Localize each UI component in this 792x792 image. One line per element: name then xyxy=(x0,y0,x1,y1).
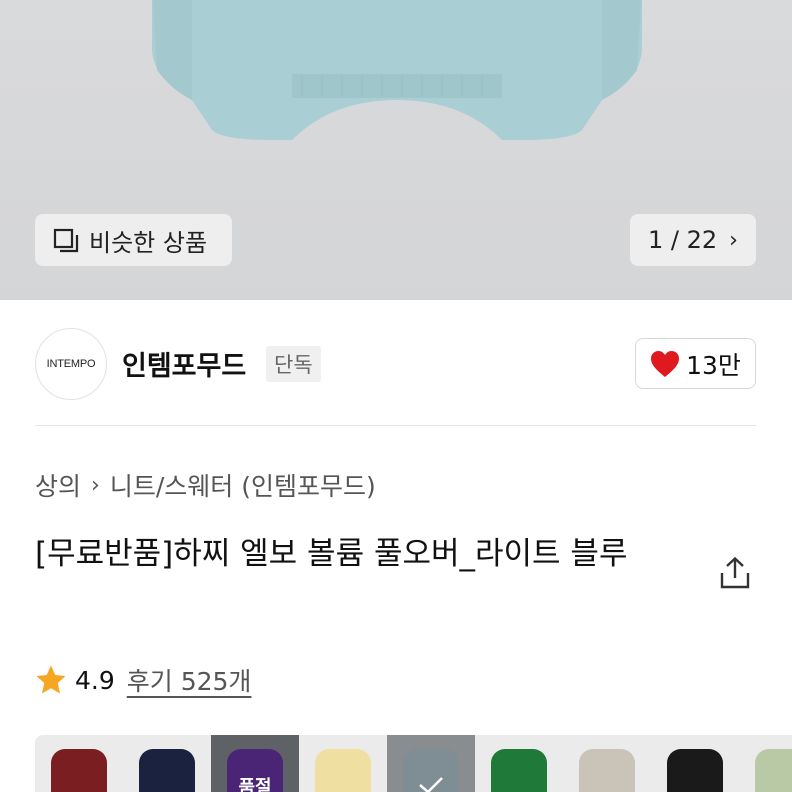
color-options: 품절 xyxy=(35,735,792,792)
color-swatch-purple[interactable]: 품절 xyxy=(211,735,299,792)
exclusive-badge: 단독 xyxy=(266,346,321,382)
sweater-thumbnail xyxy=(51,749,107,792)
image-pager-button[interactable]: 1 / 22 › xyxy=(630,214,756,266)
sweater-thumbnail xyxy=(139,749,195,792)
section-divider xyxy=(35,425,756,426)
chevron-right-icon: › xyxy=(729,227,738,253)
product-title: [무료반품]하찌 엘보 볼륨 풀오버_라이트 블루 xyxy=(35,536,628,572)
color-swatch-grey-blue[interactable] xyxy=(387,735,475,792)
similar-products-label: 비슷한 상품 xyxy=(89,228,208,257)
like-button[interactable]: 13만 xyxy=(635,338,756,389)
rating-summary: 4.9 후기 525개 xyxy=(35,662,251,698)
image-pager-text: 1 / 22 xyxy=(648,226,718,254)
breadcrumb-category[interactable]: 상의 xyxy=(35,467,81,503)
color-swatch-oatmeal[interactable] xyxy=(563,735,651,792)
sweater-thumbnail xyxy=(755,749,792,792)
brand-logo[interactable]: INTEMPO xyxy=(35,328,107,400)
like-count: 13만 xyxy=(686,350,741,380)
sweater-thumbnail xyxy=(579,749,635,792)
chevron-right-icon: › xyxy=(91,472,100,498)
brand-name[interactable]: 인템포무드 xyxy=(122,344,246,383)
sold-out-label: 품절 xyxy=(238,777,272,792)
product-image-gallery[interactable]: 비슷한 상품 1 / 22 › xyxy=(0,0,792,300)
check-icon xyxy=(419,777,443,792)
sweater-thumbnail xyxy=(315,749,371,792)
brand-logo-text: INTEMPO xyxy=(46,358,96,370)
sweater-thumbnail xyxy=(667,749,723,792)
sweater-thumbnail xyxy=(491,749,547,792)
color-swatch-green[interactable] xyxy=(475,735,563,792)
heart-icon xyxy=(651,350,680,377)
color-swatch-navy[interactable] xyxy=(123,735,211,792)
color-swatch-black[interactable] xyxy=(651,735,739,792)
similar-items-icon xyxy=(53,228,79,253)
breadcrumb-subcategory[interactable]: 니트/스웨터 (인템포무드) xyxy=(110,467,376,503)
color-swatch-burgundy[interactable] xyxy=(35,735,123,792)
breadcrumb: 상의 › 니트/스웨터 (인템포무드) xyxy=(35,467,376,503)
review-count-link[interactable]: 후기 525개 xyxy=(127,662,252,698)
sweater-image xyxy=(152,0,642,140)
color-swatch-sage[interactable] xyxy=(739,735,792,792)
similar-products-button[interactable]: 비슷한 상품 xyxy=(35,214,232,266)
share-icon[interactable] xyxy=(718,556,752,590)
rating-score: 4.9 xyxy=(75,665,115,695)
star-icon xyxy=(36,665,66,694)
color-swatch-yellow[interactable] xyxy=(299,735,387,792)
